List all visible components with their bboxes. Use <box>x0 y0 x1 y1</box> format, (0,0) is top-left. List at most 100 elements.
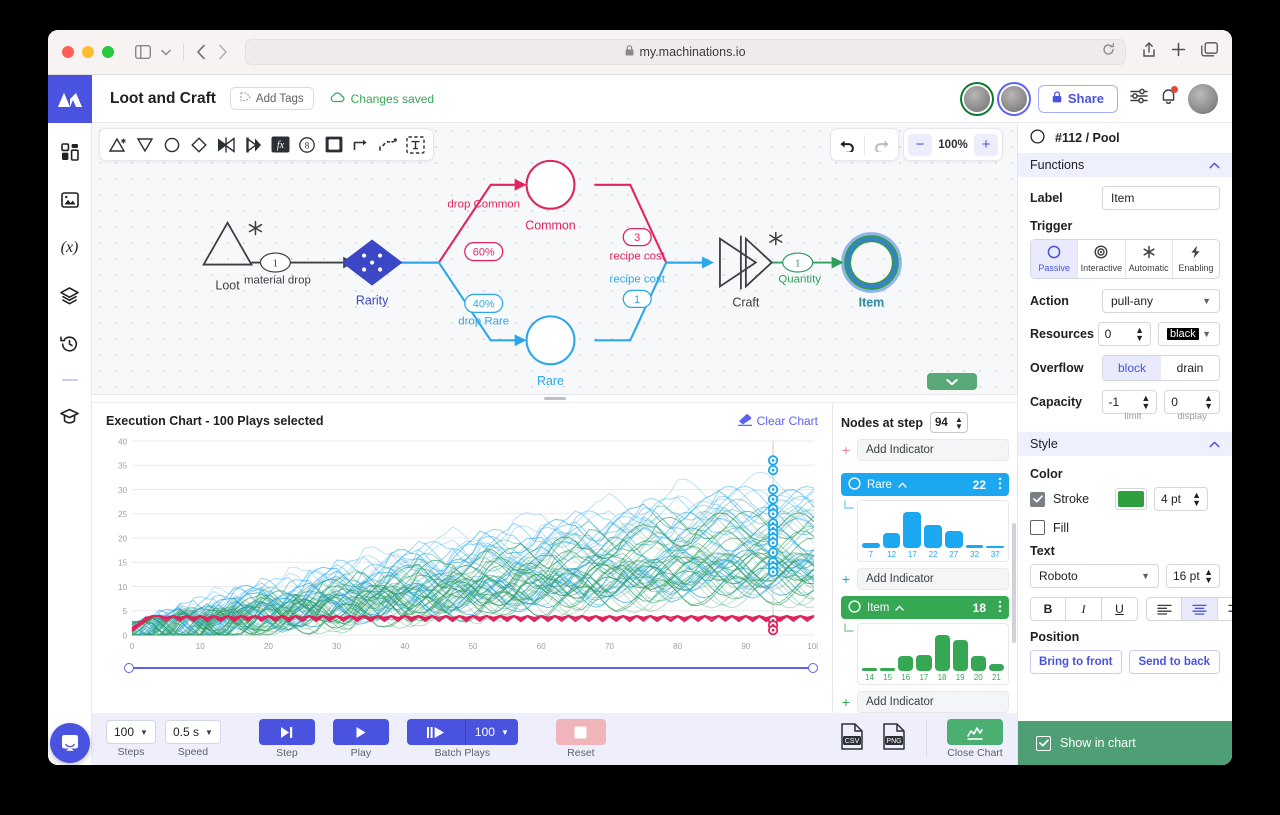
add-indicator-button-top[interactable]: Add Indicator <box>857 439 1009 461</box>
back-arrow-icon[interactable] <box>196 44 207 60</box>
resources-stepper[interactable]: 0 ▲ ▼ <box>1097 322 1151 346</box>
show-in-chart-toggle[interactable]: Show in chart <box>1018 721 1232 765</box>
overflow-option-block[interactable]: block <box>1103 356 1161 380</box>
stroke-color-swatch[interactable] <box>1115 488 1147 510</box>
stepper-arrows-icon[interactable]: ▲ ▼ <box>1204 394 1213 411</box>
trigger-option-enabling[interactable]: Enabling <box>1173 240 1219 278</box>
show-in-chart-checkbox[interactable] <box>1036 735 1051 751</box>
stepper-arrows-icon[interactable]: ▲ ▼ <box>1204 568 1213 585</box>
collaborator-avatar-2[interactable] <box>1000 85 1027 112</box>
step-stepper[interactable]: 94 ▲ ▼ <box>929 412 968 433</box>
node-card-header[interactable]: Item 18 <box>841 596 1009 619</box>
font-size-stepper[interactable]: 16 pt ▲ ▼ <box>1166 564 1220 588</box>
reload-icon[interactable] <box>1102 43 1115 61</box>
chevron-up-icon[interactable] <box>895 602 905 614</box>
overflow-option-drain[interactable]: drain <box>1161 356 1219 380</box>
minimize-window-button[interactable] <box>82 46 94 58</box>
stepper-arrows-icon[interactable]: ▲ ▼ <box>1141 394 1150 411</box>
batch-plays-count-select[interactable]: 100 ▼ <box>466 725 518 739</box>
add-indicator-button[interactable]: Add Indicator <box>857 691 1009 713</box>
trigger-option-passive[interactable]: Passive <box>1031 240 1079 278</box>
user-avatar[interactable] <box>1188 83 1218 114</box>
stepper-arrows-icon[interactable]: ▲ ▼ <box>1135 326 1144 343</box>
history-icon[interactable] <box>57 331 83 357</box>
align-right-button[interactable] <box>1218 597 1232 621</box>
stepper-arrows-icon[interactable]: ▲ ▼ <box>1192 491 1201 508</box>
diagram-graph[interactable]: 1 material drop 60% drop Common 40% drop… <box>92 123 1017 407</box>
forward-arrow-icon[interactable] <box>217 44 228 60</box>
stepper-arrows-icon[interactable]: ▲ ▼ <box>955 415 963 430</box>
send-to-back-button[interactable]: Send to back <box>1128 650 1220 674</box>
collaborator-avatar-1[interactable] <box>963 85 990 112</box>
diagram-canvas[interactable]: fx 8 − 100% + 1 material drop 60% drop C… <box>92 123 1017 395</box>
add-indicator-row-top[interactable]: + Add Indicator <box>841 439 1009 461</box>
export-csv-button[interactable]: CSV <box>840 723 864 755</box>
underline-button[interactable]: U <box>1102 597 1138 621</box>
clear-chart-button[interactable]: Clear Chart <box>737 413 818 429</box>
speed-select[interactable]: 0.5 s ▼ <box>164 720 221 744</box>
close-chart-button[interactable] <box>947 719 1003 745</box>
font-family-select[interactable]: Roboto ▼ <box>1030 564 1159 588</box>
close-window-button[interactable] <box>62 46 74 58</box>
graduation-cap-icon[interactable] <box>57 403 83 429</box>
sliders-icon[interactable] <box>1129 87 1149 110</box>
step-button[interactable] <box>258 719 315 745</box>
panel-scrollbar[interactable] <box>1012 523 1016 643</box>
bring-to-front-button[interactable]: Bring to front <box>1030 650 1122 674</box>
reset-button[interactable] <box>555 719 606 745</box>
intercom-chat-button[interactable] <box>50 723 90 763</box>
chart-plot[interactable]: 0 5 10 15 20 25 30 35 40 0 10 20 30 40 50 60 70 80 90 100 <box>106 435 821 655</box>
collapse-canvas-button[interactable] <box>927 373 977 390</box>
share-icon[interactable] <box>1142 41 1156 63</box>
play-button[interactable] <box>332 719 389 745</box>
italic-button[interactable]: I <box>1066 597 1102 621</box>
export-png-button[interactable]: PNG <box>882 723 906 755</box>
layers-icon[interactable] <box>57 283 83 309</box>
batch-value: 100 <box>474 725 495 739</box>
slider-knob-right[interactable] <box>808 663 818 673</box>
resources-color-select[interactable]: black ▼ <box>1158 322 1220 346</box>
kebab-menu-icon[interactable] <box>998 477 1002 493</box>
kebab-menu-icon[interactable] <box>998 600 1002 616</box>
svg-text:Loot: Loot <box>215 278 240 292</box>
plus-icon[interactable] <box>1171 42 1186 62</box>
chart-icon <box>967 726 983 740</box>
add-tags-button[interactable]: Add Tags <box>229 87 314 110</box>
circle-outline-icon <box>1030 129 1045 147</box>
stroke-width-stepper[interactable]: 4 pt ▲ ▼ <box>1154 487 1208 511</box>
style-section-header[interactable]: Style <box>1018 432 1232 456</box>
trigger-option-automatic[interactable]: Automatic <box>1126 240 1173 278</box>
share-button[interactable]: Share <box>1037 84 1118 113</box>
grid-icon[interactable] <box>57 139 83 165</box>
trigger-option-interactive[interactable]: Interactive <box>1078 240 1126 278</box>
node-card-header[interactable]: Rare 22 <box>841 473 1009 496</box>
resources-field-label: Resources <box>1030 327 1094 341</box>
histogram-tick-label: 22 <box>928 550 938 559</box>
chevron-up-icon[interactable] <box>898 479 907 491</box>
label-input[interactable]: Item <box>1102 186 1220 210</box>
align-center-button[interactable] <box>1182 597 1218 621</box>
add-indicator-row[interactable]: + Add Indicator <box>841 568 1009 590</box>
machinations-logo[interactable] <box>48 74 92 123</box>
functions-section-header[interactable]: Functions <box>1018 153 1232 177</box>
sidebar-toggle-icon[interactable] <box>135 45 151 59</box>
image-icon[interactable] <box>57 187 83 213</box>
action-select[interactable]: pull-any ▼ <box>1102 289 1220 313</box>
maximize-window-button[interactable] <box>102 46 114 58</box>
bold-button[interactable]: B <box>1030 597 1066 621</box>
window-controls[interactable] <box>62 46 114 58</box>
steps-select[interactable]: 100 ▼ <box>106 720 156 744</box>
bell-icon[interactable] <box>1160 86 1178 110</box>
batch-plays-button[interactable] <box>407 726 465 739</box>
add-indicator-button[interactable]: Add Indicator <box>857 568 1009 590</box>
slider-knob-left[interactable] <box>124 663 134 673</box>
chart-range-slider[interactable] <box>106 661 818 675</box>
address-bar[interactable]: my.machinations.io <box>245 39 1126 65</box>
add-indicator-row[interactable]: + Add Indicator <box>841 691 1009 713</box>
formula-icon[interactable]: (x) <box>57 235 83 261</box>
align-left-button[interactable] <box>1146 597 1182 621</box>
stroke-checkbox[interactable] <box>1030 491 1045 507</box>
fill-checkbox[interactable] <box>1030 520 1045 535</box>
sidebar-chevron-down-icon[interactable] <box>161 49 171 56</box>
tabs-icon[interactable] <box>1201 42 1218 62</box>
